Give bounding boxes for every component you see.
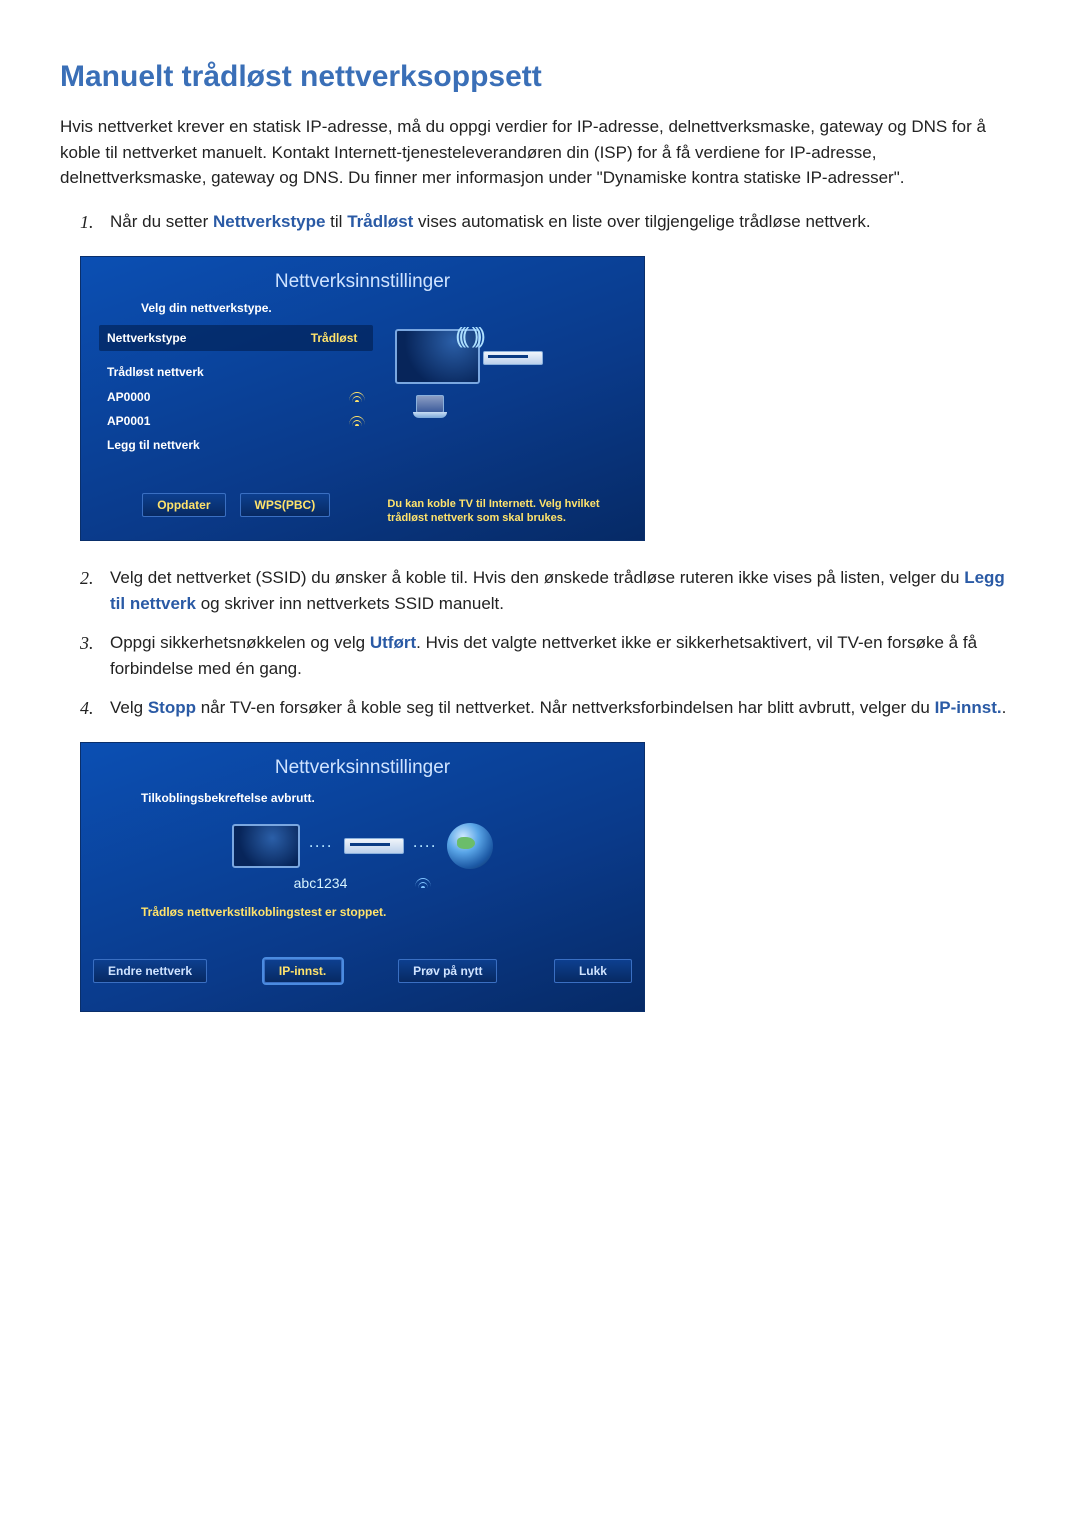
panel1-hint: Du kan koble TV til Internett. Velg hvil… <box>387 497 626 527</box>
wifi-icon <box>349 415 365 427</box>
network-type-value: Trådløst <box>311 331 366 345</box>
router-icon <box>483 351 543 365</box>
step-3-text: Oppgi sikkerhetsnøkkelen og velg Utført.… <box>110 630 1020 681</box>
close-button[interactable]: Lukk <box>554 959 632 983</box>
panel2-status: Tilkoblingsbekreftelse avbrutt. <box>141 787 584 817</box>
wps-button[interactable]: WPS(PBC) <box>240 493 331 517</box>
keyword-stopp: Stopp <box>148 698 196 717</box>
connection-diagram: ···· ···· <box>141 823 584 869</box>
network-item-ap0001[interactable]: AP0001 <box>99 409 373 433</box>
panel2-message: Trådløs nettverkstilkoblingstest er stop… <box>141 905 584 959</box>
steps-list-cont: 2. Velg det nettverket (SSID) du ønsker … <box>60 565 1020 722</box>
keyword-nettverkstype: Nettverkstype <box>213 212 325 231</box>
laptop-icon <box>413 395 447 421</box>
network-type-row[interactable]: Nettverkstype Trådløst <box>99 325 373 351</box>
retry-button[interactable]: Prøv på nytt <box>398 959 497 983</box>
connection-illustration: ((( ))) <box>395 329 555 439</box>
network-name: AP0000 <box>107 390 150 404</box>
steps-list: 1. Når du setter Nettverkstype til Trådl… <box>60 209 1020 236</box>
wireless-section-label: Trådløst nettverk <box>99 351 373 385</box>
tv-icon <box>232 824 300 868</box>
keyword-utfort: Utført <box>370 633 416 652</box>
dots-icon: ···· <box>414 839 438 853</box>
step-2-text: Velg det nettverket (SSID) du ønsker å k… <box>110 565 1020 616</box>
intro-paragraph: Hvis nettverket krever en statisk IP-adr… <box>60 114 1020 191</box>
panel2-ssid: abc1234 <box>294 875 348 891</box>
globe-icon <box>447 823 493 869</box>
keyword-tradlost: Trådløst <box>347 212 413 231</box>
panel2-title: Nettverksinnstillinger <box>81 743 644 787</box>
network-item-ap0000[interactable]: AP0000 <box>99 385 373 409</box>
change-network-button[interactable]: Endre nettverk <box>93 959 207 983</box>
panel1-title: Nettverksinnstillinger <box>81 257 644 301</box>
network-type-label: Nettverkstype <box>107 331 186 345</box>
refresh-button[interactable]: Oppdater <box>142 493 225 517</box>
dots-icon: ···· <box>310 839 334 853</box>
wifi-icon <box>349 391 365 403</box>
wireless-waves-icon: ((( ))) <box>455 323 481 349</box>
add-network-row[interactable]: Legg til nettverk <box>99 433 373 457</box>
wifi-icon <box>415 877 431 889</box>
keyword-ip-innst: IP-innst. <box>935 698 1002 717</box>
step-4-text: Velg Stopp når TV-en forsøker å koble se… <box>110 695 1020 722</box>
step-1-text: Når du setter Nettverkstype til Trådløst… <box>110 209 1020 236</box>
step-number: 3. <box>80 630 110 681</box>
page-title: Manuelt trådløst nettverksoppsett <box>60 60 1020 94</box>
network-name: AP0001 <box>107 414 150 428</box>
step-number: 2. <box>80 565 110 616</box>
step-number: 4. <box>80 695 110 722</box>
network-settings-panel-1: Nettverksinnstillinger Velg din nettverk… <box>80 256 645 542</box>
ip-settings-button[interactable]: IP-innst. <box>264 959 342 983</box>
panel1-instruction: Velg din nettverkstype. <box>81 301 644 315</box>
network-settings-panel-2: Nettverksinnstillinger Tilkoblingsbekref… <box>80 742 645 1012</box>
step-number: 1. <box>80 209 110 236</box>
add-network-label: Legg til nettverk <box>107 438 200 452</box>
router-icon <box>344 838 404 854</box>
